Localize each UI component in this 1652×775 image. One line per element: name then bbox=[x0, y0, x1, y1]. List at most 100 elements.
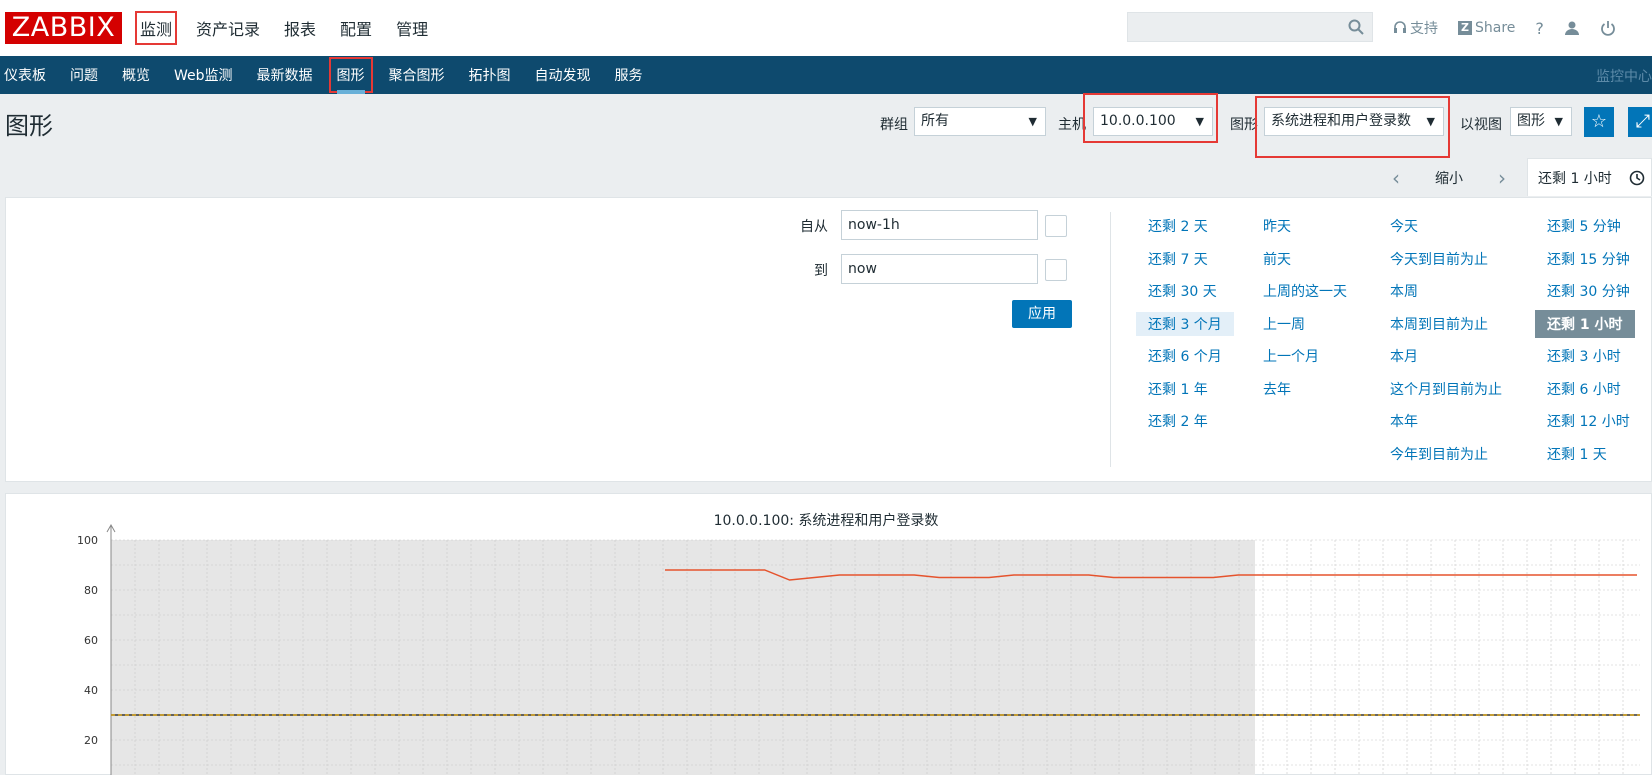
quick-range-link[interactable]: 还剩 2 天 bbox=[1148, 216, 1208, 236]
sub-menu: 仪表板 问题 概览 Web监测 最新数据 图形 聚合图形 拓扑图 自动发现 服务… bbox=[0, 56, 1652, 94]
to-input[interactable]: now bbox=[841, 254, 1038, 284]
time-back-button[interactable]: ‹ bbox=[1392, 166, 1400, 190]
zabbix-logo[interactable]: ZABBIX bbox=[5, 12, 122, 44]
subnav-web[interactable]: Web监测 bbox=[174, 65, 233, 85]
subnav-graphs[interactable]: 图形 bbox=[328, 57, 373, 94]
dropdown-arrow-icon: ▼ bbox=[1028, 115, 1037, 128]
group-label: 群组 bbox=[880, 117, 908, 133]
quick-range-link[interactable]: 上一周 bbox=[1263, 314, 1305, 334]
quick-range-link[interactable]: 本周 bbox=[1390, 281, 1418, 301]
quick-range-link[interactable]: 还剩 30 天 bbox=[1148, 281, 1217, 301]
view-select[interactable]: 图形 ▼ bbox=[1510, 107, 1572, 136]
calendar-icon[interactable] bbox=[1045, 215, 1067, 237]
apply-button[interactable]: 应用 bbox=[1012, 300, 1072, 328]
quick-range-link[interactable]: 还剩 30 分钟 bbox=[1547, 281, 1630, 301]
host-highlight-box bbox=[1083, 93, 1218, 143]
quick-range-link[interactable]: 还剩 2 年 bbox=[1148, 411, 1208, 431]
quick-range-link[interactable]: 还剩 1 小时 bbox=[1535, 309, 1635, 338]
from-label: 自从 bbox=[800, 219, 828, 235]
quick-range-link[interactable]: 还剩 3 小时 bbox=[1547, 346, 1621, 366]
y-tick-label: 20 bbox=[84, 734, 98, 747]
quick-range-link[interactable]: 昨天 bbox=[1263, 216, 1291, 236]
quick-range-link[interactable]: 本年 bbox=[1390, 411, 1418, 431]
quick-range-link[interactable]: 这个月到目前为止 bbox=[1390, 379, 1502, 399]
main-menu: 监测 资产记录 报表 配置 管理 bbox=[134, 0, 452, 56]
quick-range-link[interactable]: 去年 bbox=[1263, 379, 1291, 399]
time-period-label: 还剩 1 小时 bbox=[1538, 171, 1612, 187]
quick-range-link[interactable]: 上周的这一天 bbox=[1263, 281, 1347, 301]
quick-range-link[interactable]: 还剩 1 年 bbox=[1148, 379, 1208, 399]
subnav-latest-data[interactable]: 最新数据 bbox=[257, 65, 313, 85]
zabbix-share-icon: Z bbox=[1458, 21, 1472, 35]
search-input[interactable] bbox=[1127, 12, 1373, 42]
from-input[interactable]: now-1h bbox=[841, 210, 1038, 240]
quick-range-link[interactable]: 本月 bbox=[1390, 346, 1418, 366]
quick-range-link[interactable]: 还剩 1 天 bbox=[1547, 444, 1607, 464]
support-link[interactable]: 支持 bbox=[1393, 18, 1438, 38]
quick-range-link[interactable]: 还剩 7 天 bbox=[1148, 249, 1208, 269]
quick-range-link[interactable]: 还剩 12 小时 bbox=[1547, 411, 1630, 431]
subnav-services[interactable]: 服务 bbox=[615, 65, 643, 85]
quick-range-link[interactable]: 前天 bbox=[1263, 249, 1291, 269]
server-name: 监控中心 bbox=[1596, 69, 1652, 85]
subnav-screens[interactable]: 聚合图形 bbox=[389, 65, 445, 85]
quick-range-link[interactable]: 还剩 6 小时 bbox=[1547, 379, 1621, 399]
fullscreen-button[interactable]: ⤢ bbox=[1628, 107, 1652, 137]
time-period-tab[interactable]: 还剩 1 小时 bbox=[1527, 158, 1652, 196]
clock-icon bbox=[1629, 170, 1645, 186]
to-label: 到 bbox=[814, 263, 828, 279]
panel-divider bbox=[1110, 212, 1111, 467]
y-tick-label: 40 bbox=[84, 684, 98, 697]
graph-highlight-box bbox=[1255, 96, 1450, 158]
graph-label: 图形 bbox=[1230, 117, 1258, 133]
y-tick-label: 100 bbox=[77, 534, 98, 547]
host-label: 主机 bbox=[1058, 117, 1086, 133]
quick-range-link[interactable]: 今年到目前为止 bbox=[1390, 444, 1488, 464]
top-bar: ZABBIX 监测 资产记录 报表 配置 管理 支持 Z Share ? bbox=[0, 0, 1652, 56]
zoom-out-button[interactable]: 缩小 bbox=[1435, 168, 1463, 188]
group-value: 所有 bbox=[921, 113, 949, 129]
subnav-dashboard[interactable]: 仪表板 bbox=[4, 65, 46, 85]
view-value: 图形 bbox=[1517, 113, 1545, 129]
quick-range-link[interactable]: 本周到目前为止 bbox=[1390, 314, 1488, 334]
calendar-icon[interactable] bbox=[1045, 259, 1067, 281]
subnav-maps[interactable]: 拓扑图 bbox=[469, 65, 511, 85]
logout-button[interactable] bbox=[1600, 20, 1616, 36]
time-selector-panel bbox=[5, 197, 1652, 482]
group-select[interactable]: 所有 ▼ bbox=[914, 107, 1046, 136]
subnav-discovery[interactable]: 自动发现 bbox=[535, 65, 591, 85]
user-icon bbox=[1564, 21, 1579, 35]
share-link[interactable]: Z Share bbox=[1458, 20, 1515, 36]
share-label: Share bbox=[1475, 20, 1516, 36]
help-icon: ? bbox=[1535, 18, 1544, 38]
quick-range-link[interactable]: 还剩 3 个月 bbox=[1136, 311, 1234, 336]
dropdown-arrow-icon: ▼ bbox=[1554, 115, 1563, 128]
y-tick-label: 80 bbox=[84, 584, 98, 597]
search-icon[interactable] bbox=[1348, 19, 1364, 35]
favorite-button[interactable]: ☆ bbox=[1584, 107, 1614, 137]
fullscreen-icon: ⤢ bbox=[1635, 111, 1651, 132]
menu-inventory[interactable]: 资产记录 bbox=[196, 16, 260, 40]
quick-range-link[interactable]: 还剩 5 分钟 bbox=[1547, 216, 1621, 236]
graph-chart[interactable]: 20 40 60 80 100 bbox=[0, 520, 1652, 775]
support-label: 支持 bbox=[1410, 21, 1438, 37]
subnav-problems[interactable]: 问题 bbox=[70, 65, 98, 85]
view-label: 以视图 bbox=[1460, 117, 1502, 133]
quick-range-link[interactable]: 今天 bbox=[1390, 216, 1418, 236]
subnav-overview[interactable]: 概览 bbox=[122, 65, 150, 85]
menu-reports[interactable]: 报表 bbox=[284, 16, 316, 40]
headset-icon bbox=[1394, 21, 1406, 33]
time-forward-button[interactable]: › bbox=[1498, 166, 1506, 190]
power-icon bbox=[1601, 21, 1615, 36]
menu-monitoring[interactable]: 监测 bbox=[134, 11, 178, 45]
menu-configuration[interactable]: 配置 bbox=[340, 16, 372, 40]
help-button[interactable]: ? bbox=[1535, 19, 1544, 38]
star-icon: ☆ bbox=[1590, 111, 1608, 132]
quick-range-link[interactable]: 还剩 6 个月 bbox=[1148, 346, 1222, 366]
graph-filters: 群组 所有 ▼ 主机 10.0.0.100 ▼ 图形 系统进程和用户登录数 ▼ 以视图… bbox=[0, 93, 1652, 158]
user-profile-button[interactable] bbox=[1564, 20, 1580, 36]
quick-range-link[interactable]: 上一个月 bbox=[1263, 346, 1319, 366]
quick-range-link[interactable]: 还剩 15 分钟 bbox=[1547, 249, 1630, 269]
menu-administration[interactable]: 管理 bbox=[396, 16, 428, 40]
quick-range-link[interactable]: 今天到目前为止 bbox=[1390, 249, 1488, 269]
